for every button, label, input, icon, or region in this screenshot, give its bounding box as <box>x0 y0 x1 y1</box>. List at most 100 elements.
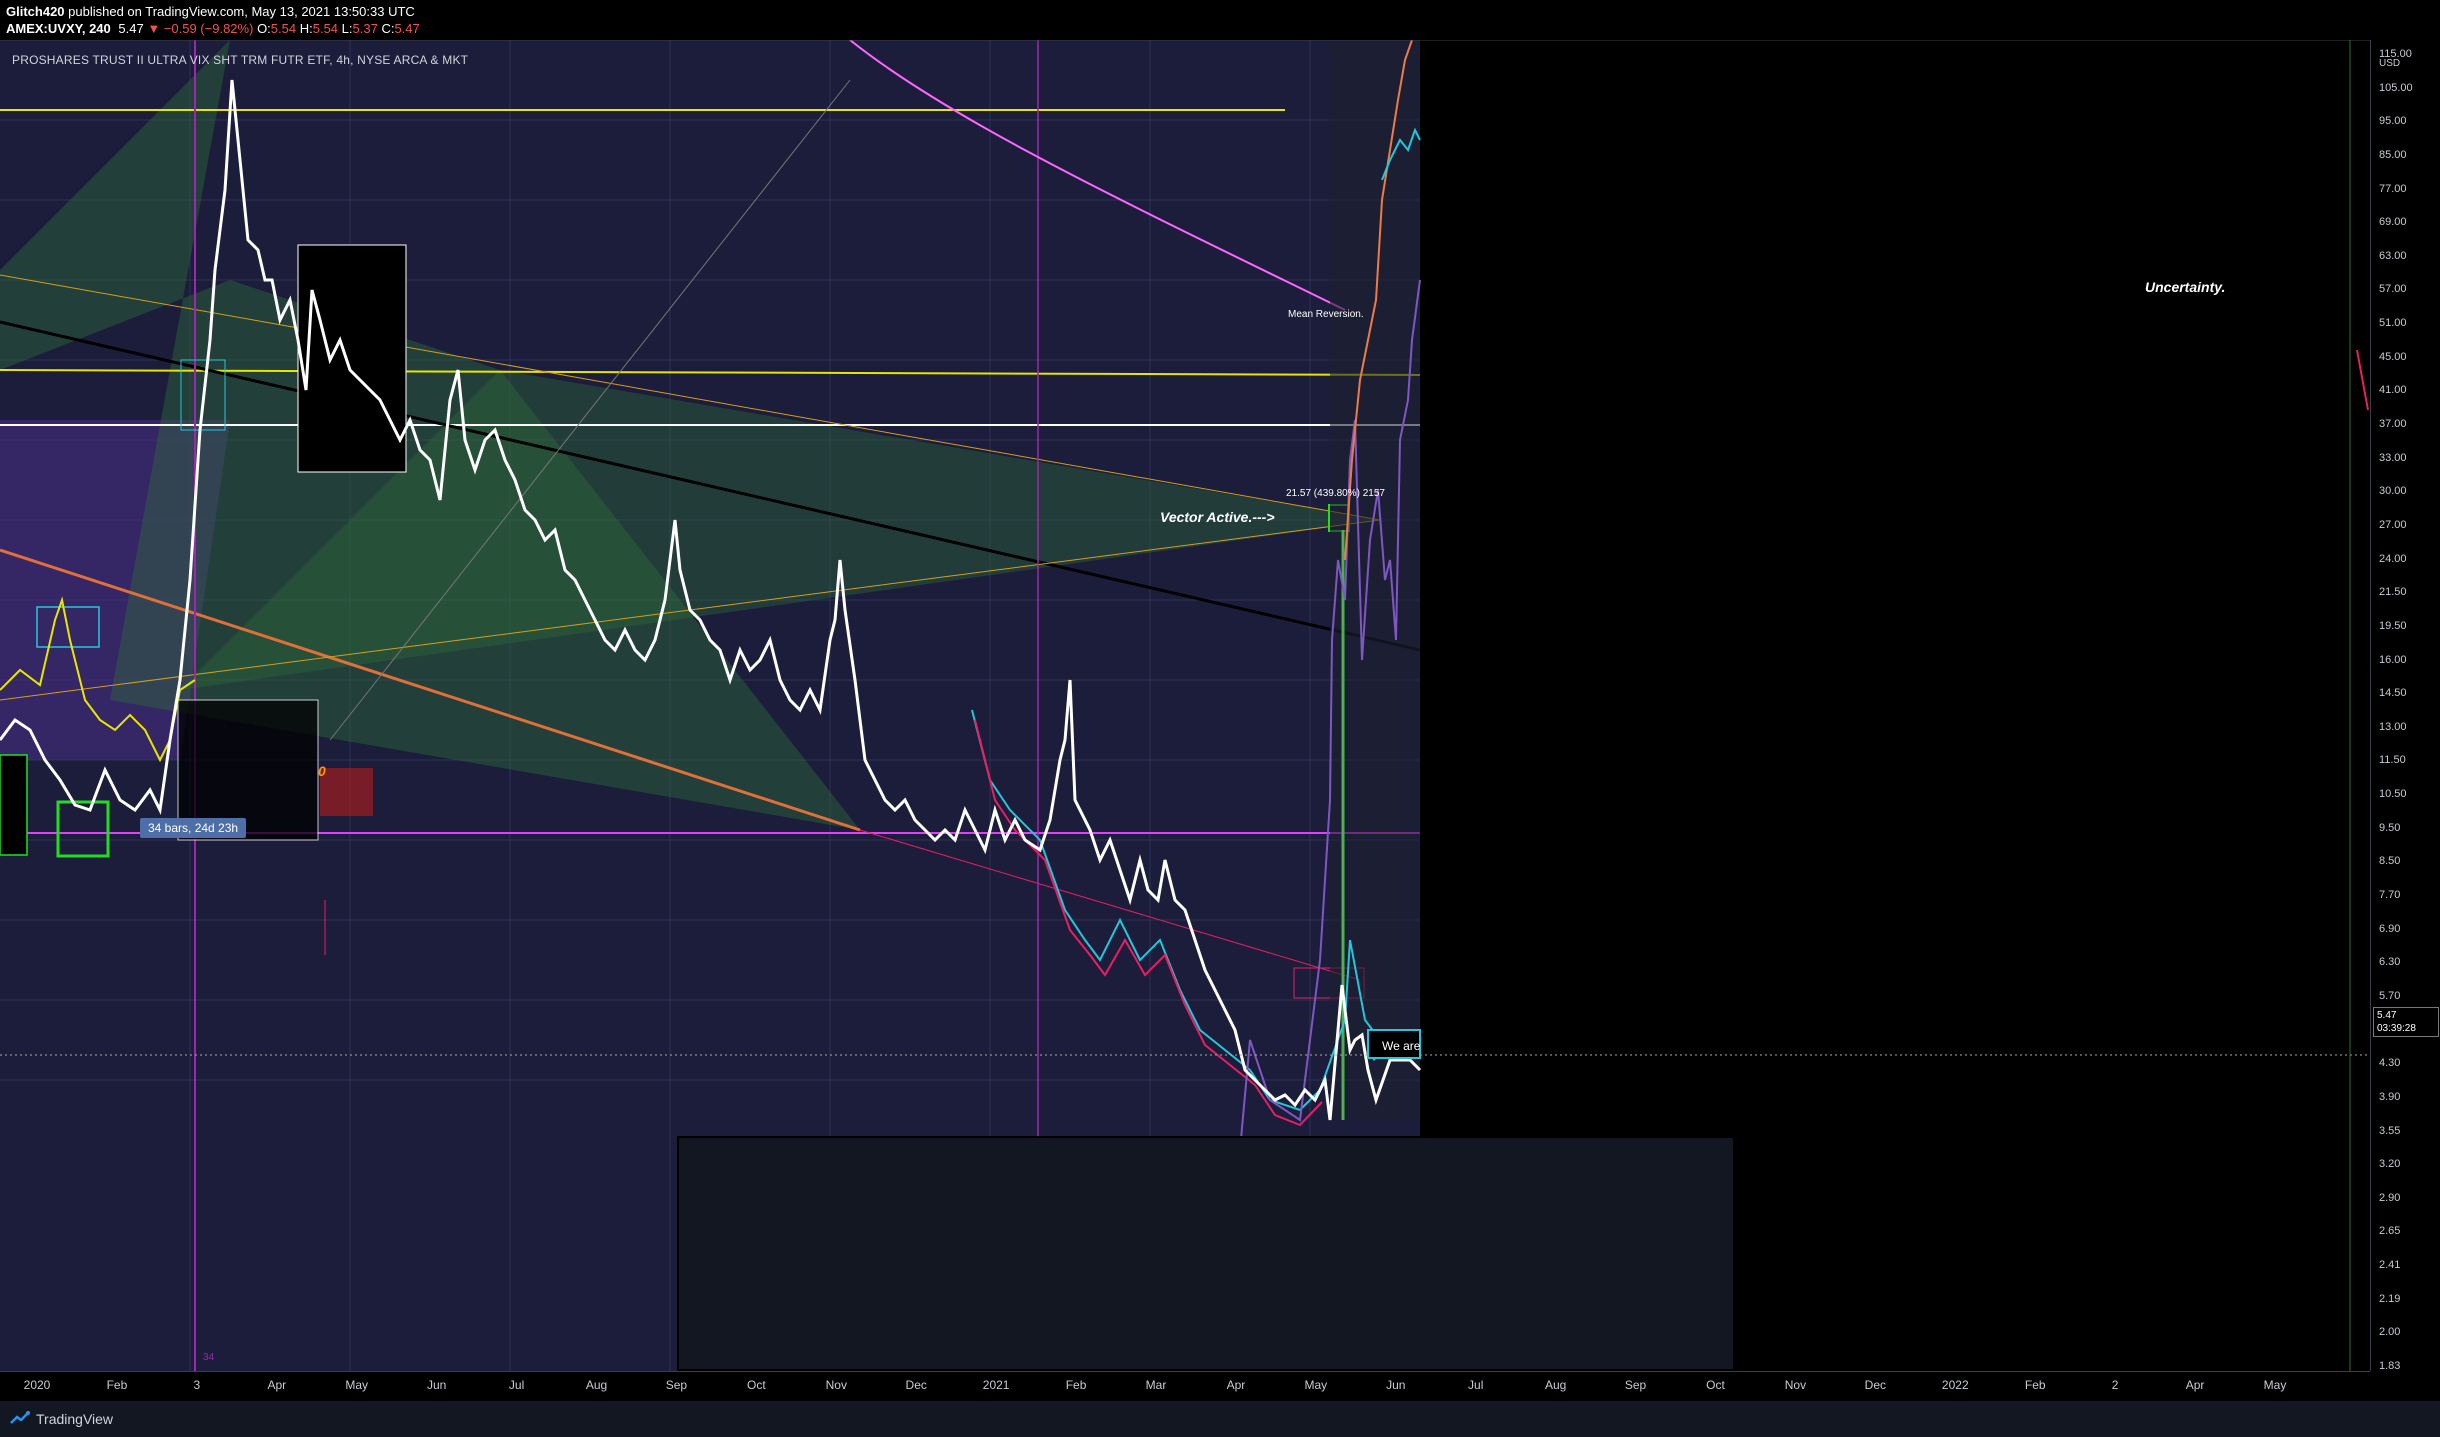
high-value: 5.54 <box>312 21 339 36</box>
time-tick: 2 <box>2111 1378 2119 1392</box>
low-label: L: <box>341 21 353 36</box>
price-tick: 2.00 <box>2379 1326 2401 1339</box>
price-tick: 2.41 <box>2379 1259 2401 1272</box>
time-tick: Apr <box>2185 1378 2205 1392</box>
price-tick: 11.50 <box>2379 754 2406 767</box>
price-tick: 1.83 <box>2379 1360 2401 1372</box>
price-tick: 95.00 <box>2379 115 2407 128</box>
last-price: 5.47 <box>118 21 144 36</box>
cover-panel <box>677 1136 1735 1371</box>
zero-mark: 0 <box>318 763 326 779</box>
price-tick: 4.30 <box>2379 1057 2401 1070</box>
price-tick: 33.00 <box>2379 451 2407 464</box>
time-tick: Nov <box>825 1378 847 1392</box>
price-tick: 41.00 <box>2379 384 2407 397</box>
price-tick: 2.90 <box>2379 1191 2401 1204</box>
price-tick: 37.00 <box>2379 418 2407 431</box>
green-box-edge <box>0 754 28 856</box>
time-tick: Sep <box>665 1378 688 1392</box>
time-tick: Oct <box>1706 1378 1725 1392</box>
price-tick: 115.00 <box>2379 48 2412 60</box>
price-tick: 27.00 <box>2379 518 2407 531</box>
time-tick: 3 <box>193 1378 201 1392</box>
time-tick: Mar <box>1145 1378 1167 1392</box>
current-price-value: 5.47 <box>2377 1010 2397 1021</box>
time-tick: Feb <box>2024 1378 2046 1392</box>
time-tick: Feb <box>106 1378 128 1392</box>
price-tick: 30.00 <box>2379 485 2407 498</box>
open-value: 5.54 <box>270 21 297 36</box>
time-tick: Jun <box>426 1378 447 1392</box>
price-tick: 57.00 <box>2379 283 2407 296</box>
time-tick: Jul <box>508 1378 525 1392</box>
current-price-label: 5.47 03:39:28 <box>2373 1007 2439 1037</box>
tradingview-brand[interactable]: TradingView <box>36 1411 113 1427</box>
price-tick: 105.00 <box>2379 81 2413 94</box>
bar-countdown: 03:39:28 <box>2377 1023 2416 1034</box>
price-change: ▼ −0.59 (−9.82%) <box>147 21 254 36</box>
measure-label: 21.57 (439.80%) 2157 <box>1286 488 1385 499</box>
time-tick: Dec <box>905 1378 927 1392</box>
red-box <box>320 768 373 816</box>
time-tick: Sep <box>1624 1378 1647 1392</box>
symbol-line: AMEX:UVXY, 240 5.47 ▼ −0.59 (−9.82%) O:5… <box>6 21 420 36</box>
price-tick: 3.55 <box>2379 1124 2401 1137</box>
price-tick: 7.70 <box>2379 889 2401 902</box>
chart-title: PROSHARES TRUST II ULTRA VIX SHT TRM FUT… <box>12 53 469 67</box>
time-tick: Oct <box>747 1378 766 1392</box>
bars-measure-badge: 34 bars, 24d 23h <box>140 818 247 838</box>
price-tick: 2.19 <box>2379 1292 2401 1305</box>
time-tick: May <box>345 1378 369 1392</box>
price-tick: 24.00 <box>2379 552 2407 565</box>
author-name[interactable]: Glitch420 <box>6 4 65 19</box>
vector-active-note: Vector Active.---> <box>1160 509 1275 525</box>
low-value: 5.37 <box>352 21 378 36</box>
black-box-upper <box>297 244 407 473</box>
time-tick: 2021 <box>982 1378 1010 1392</box>
pink-edge-tick <box>2356 349 2369 411</box>
price-tick: 85.00 <box>2379 148 2407 161</box>
time-tick: Feb <box>1065 1378 1087 1392</box>
we-are-label: We are <box>1382 1039 1421 1053</box>
price-tick: 16.00 <box>2379 653 2407 666</box>
price-tick: 9.50 <box>2379 821 2401 834</box>
close-label: C: <box>381 21 395 36</box>
symbol-name[interactable]: AMEX:UVXY, 240 <box>6 21 111 36</box>
price-tick: 6.30 <box>2379 956 2401 969</box>
price-tick: 3.20 <box>2379 1158 2401 1171</box>
open-label: O: <box>257 21 271 36</box>
chart-header: Glitch420 published on TradingView.com, … <box>0 0 2440 40</box>
price-tick: 51.00 <box>2379 317 2407 330</box>
time-tick: Apr <box>1226 1378 1246 1392</box>
price-tick: 2.65 <box>2379 1225 2401 1238</box>
time-tick: Aug <box>1544 1378 1567 1392</box>
price-tick: 13.00 <box>2379 720 2407 733</box>
time-tick: 2022 <box>1941 1378 1969 1392</box>
time-tick: Apr <box>267 1378 287 1392</box>
price-tick: 21.50 <box>2379 586 2407 599</box>
mean-reversion-note: Mean Reversion. <box>1288 309 1364 320</box>
price-tick: 6.90 <box>2379 922 2401 935</box>
publish-line: Glitch420 published on TradingView.com, … <box>6 4 415 19</box>
time-tick: May <box>1304 1378 1328 1392</box>
publish-info: published on TradingView.com, May 13, 20… <box>68 4 415 19</box>
price-tick: 5.70 <box>2379 989 2401 1002</box>
price-tick: 19.50 <box>2379 619 2407 632</box>
time-tick: Jun <box>1386 1378 1406 1392</box>
price-axis[interactable]: USD 115.00 105.00 95.00 85.00 77.00 69.00 63.0… <box>2370 40 2440 1372</box>
time-tick: Nov <box>1784 1378 1807 1392</box>
price-tick: 14.50 <box>2379 687 2407 700</box>
time-axis[interactable]: 2020 Feb 3 Apr May Jun Jul Aug Sep Oct Nov Dec 2021 F… <box>0 1371 2370 1402</box>
price-tick: 45.00 <box>2379 350 2407 363</box>
vline-label: 34 <box>203 1352 215 1363</box>
time-tick: May <box>2263 1378 2287 1392</box>
time-tick: Aug <box>585 1378 608 1392</box>
footer-bar: TradingView <box>0 1401 2440 1437</box>
price-tick: 8.50 <box>2379 855 2401 868</box>
time-tick: Jul <box>1468 1378 1484 1392</box>
time-tick: Dec <box>1864 1378 1887 1392</box>
price-tick: 77.00 <box>2379 182 2407 195</box>
price-tick: 10.50 <box>2379 788 2407 801</box>
price-tick: 63.00 <box>2379 249 2407 262</box>
tradingview-logo-icon[interactable] <box>10 1410 32 1426</box>
